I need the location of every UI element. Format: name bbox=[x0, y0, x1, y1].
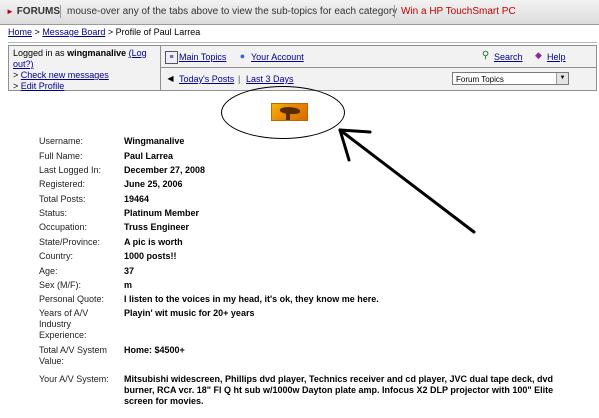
profile-field-value: I listen to the voices in my head, it's … bbox=[124, 294, 379, 304]
profile-field-label: Status: bbox=[39, 208, 68, 218]
profile-field-label: Your A/V System: bbox=[39, 374, 109, 384]
profile-field-label: Total Posts: bbox=[39, 194, 86, 204]
profile-field-value: 19464 bbox=[124, 194, 150, 204]
profile-field-label: State/Province: bbox=[39, 237, 101, 247]
last-3-days-link[interactable]: Last 3 Days bbox=[246, 74, 294, 84]
your-account-link[interactable]: Your Account bbox=[251, 52, 304, 62]
breadcrumb-current: Profile of Paul Larrea bbox=[115, 27, 201, 37]
breadcrumb-message-board[interactable]: Message Board bbox=[42, 27, 105, 37]
login-status: Logged in as wingmanalive (Log out?) > C… bbox=[9, 46, 161, 91]
main-topics-link[interactable]: Main Topics bbox=[179, 52, 226, 62]
profile-field-value: Mitsubishi widescreen, Phillips dvd play… bbox=[124, 374, 554, 406]
forum-topics-select-value: Forum Topics bbox=[456, 75, 504, 84]
avatar-figure bbox=[280, 107, 300, 114]
breadcrumb: Home > Message Board > Profile of Paul L… bbox=[8, 27, 200, 37]
profile-field-value: Wingmanalive bbox=[124, 136, 185, 146]
logged-in-username: wingmanalive bbox=[67, 48, 127, 58]
profile-field-label: Full Name: bbox=[39, 151, 83, 161]
divider bbox=[60, 5, 61, 18]
account-icon[interactable]: ● bbox=[237, 51, 248, 62]
forums-arrow-icon: ► bbox=[6, 7, 14, 16]
profile-field-label: Country: bbox=[39, 251, 74, 261]
profile-field-label: Last Logged In: bbox=[39, 165, 102, 175]
divider: | bbox=[238, 74, 241, 84]
promo-link[interactable]: Win a HP TouchSmart PC bbox=[401, 6, 516, 17]
help-icon[interactable]: ◆ bbox=[533, 50, 544, 61]
divider bbox=[8, 42, 597, 43]
profile-field-value: 37 bbox=[124, 266, 135, 276]
profile-field-label: Age: bbox=[39, 266, 58, 276]
profile-field-label: Username: bbox=[39, 136, 84, 146]
breadcrumb-separator: > bbox=[34, 27, 40, 37]
todays-posts-link[interactable]: Today's Posts bbox=[179, 74, 234, 84]
help-link[interactable]: Help bbox=[547, 52, 566, 62]
profile-field-value: Playin' wit music for 20+ years bbox=[124, 308, 255, 318]
profile-field-value: Platinum Member bbox=[124, 208, 200, 218]
profile-field-value: Truss Engineer bbox=[124, 222, 190, 232]
avatar-figure bbox=[286, 113, 290, 120]
profile-field-label: Occupation: bbox=[39, 222, 88, 232]
divider bbox=[394, 5, 395, 18]
divider bbox=[161, 67, 596, 68]
profile-field-value: Home: $4500+ bbox=[124, 345, 185, 355]
dropdown-arrow-icon[interactable]: ▼ bbox=[556, 73, 568, 84]
breadcrumb-separator: > bbox=[107, 27, 114, 37]
main-topics-icon[interactable]: ≡ bbox=[165, 51, 178, 64]
forums-tab-label: FORUMS bbox=[16, 6, 61, 17]
edit-profile-link[interactable]: Edit Profile bbox=[21, 81, 65, 91]
profile-field-label: Total A/V System Value: bbox=[39, 345, 108, 366]
check-messages-link[interactable]: Check new messages bbox=[21, 70, 109, 80]
search-icon[interactable]: ⚲ bbox=[480, 50, 491, 61]
search-link[interactable]: Search bbox=[494, 52, 523, 62]
profile-field-label: Personal Quote: bbox=[39, 294, 105, 304]
profile-field-value: A pic is worth bbox=[124, 237, 183, 247]
profile-field-value: June 25, 2006 bbox=[124, 179, 183, 189]
profile-field-value: m bbox=[124, 280, 133, 290]
profile-field-value: December 27, 2008 bbox=[124, 165, 206, 175]
profile-field-value: 1000 posts!! bbox=[124, 251, 177, 261]
profile-field-value: Paul Larrea bbox=[124, 151, 174, 161]
forums-tab[interactable]: ► FORUMS bbox=[6, 6, 60, 17]
user-panel: Logged in as wingmanalive (Log out?) > C… bbox=[8, 45, 597, 91]
todays-posts-icon[interactable]: ◀ bbox=[165, 73, 176, 84]
tabs-hint: mouse-over any of the tabs above to view… bbox=[67, 6, 398, 17]
forums-top-bar: ► FORUMS mouse-over any of the tabs abov… bbox=[0, 0, 599, 25]
avatar bbox=[271, 103, 308, 121]
forum-topics-select[interactable]: Forum Topics ▼ bbox=[452, 72, 569, 85]
profile-field-label: Years of A/V Industry Experience: bbox=[39, 308, 89, 340]
profile-field-label: Registered: bbox=[39, 179, 86, 189]
logged-in-prefix: Logged in as bbox=[13, 48, 65, 58]
profile-field-label: Sex (M/F): bbox=[39, 280, 81, 290]
breadcrumb-home[interactable]: Home bbox=[8, 27, 32, 37]
